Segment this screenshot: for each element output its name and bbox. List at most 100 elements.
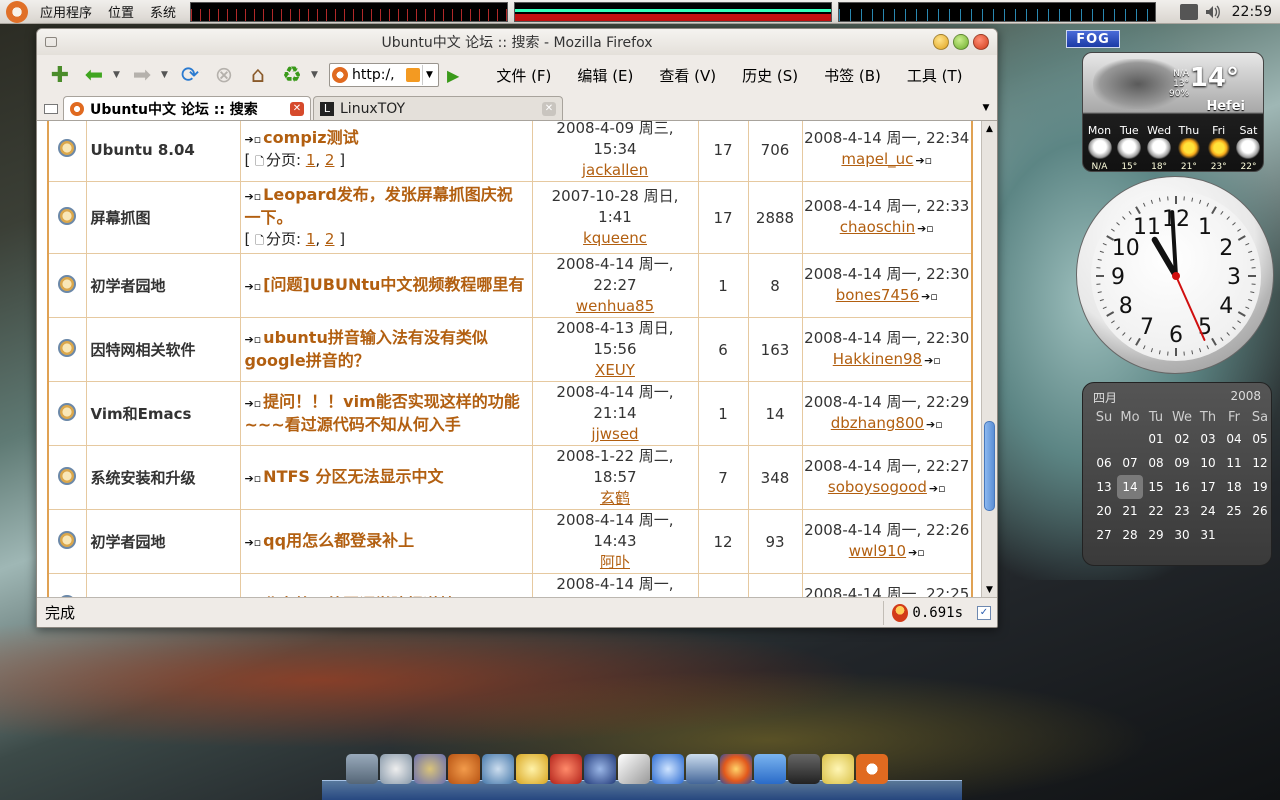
- goto-last-post-icon[interactable]: ➔▫: [921, 290, 938, 303]
- topic-title-link[interactable]: NTFS 分区无法显示中文: [263, 467, 443, 486]
- toolbar-dropdown[interactable]: ▼: [311, 70, 321, 80]
- menu-history[interactable]: 历史 (S): [729, 65, 811, 86]
- maximize-button[interactable]: [953, 34, 969, 50]
- panel-menu-applications[interactable]: 应用程序: [32, 2, 100, 21]
- url-text[interactable]: http:/,: [352, 67, 406, 83]
- panel-menu-places[interactable]: 位置: [100, 2, 142, 21]
- rss-icon[interactable]: [406, 68, 420, 82]
- newest-post-icon[interactable]: ➔▫: [245, 397, 262, 410]
- reload-button[interactable]: ⟳: [175, 60, 205, 90]
- url-dropdown[interactable]: ▼: [422, 65, 436, 85]
- last-poster-link[interactable]: Hakkinen98: [833, 350, 922, 368]
- calendar-day[interactable]: 10: [1195, 451, 1221, 475]
- forum-name-link[interactable]: 初学者园地: [91, 277, 166, 295]
- scroll-thumb[interactable]: [984, 421, 995, 511]
- volume-icon[interactable]: [1204, 4, 1222, 20]
- calendar-day[interactable]: 22: [1143, 499, 1169, 523]
- last-poster-link[interactable]: soboysogood: [828, 478, 927, 496]
- calendar-day[interactable]: 20: [1091, 499, 1117, 523]
- calendar-day[interactable]: 13: [1091, 475, 1117, 499]
- analog-clock-widget[interactable]: 12 1 2 3 4 5 6 7 8 9 10 11: [1076, 176, 1274, 374]
- goto-last-post-icon[interactable]: ➔▫: [908, 546, 925, 559]
- forum-name-link[interactable]: 屏幕抓图: [91, 209, 151, 227]
- forum-name-link[interactable]: 系统安装和升级: [91, 469, 196, 487]
- window-menu-icon[interactable]: [45, 37, 57, 47]
- panel-clock[interactable]: 22:59: [1232, 4, 1272, 20]
- dock-system-monitor-icon[interactable]: [346, 754, 378, 784]
- last-poster-link[interactable]: chaoschin: [840, 218, 915, 236]
- menu-bookmarks[interactable]: 书签 (B): [811, 65, 894, 86]
- forum-name-link[interactable]: Vim和Emacs: [91, 405, 192, 423]
- calendar-day[interactable]: 11: [1221, 451, 1247, 475]
- menu-view[interactable]: 查看 (V): [646, 65, 729, 86]
- dock-eye-icon[interactable]: [414, 754, 446, 784]
- tab-close-icon[interactable]: ✕: [542, 101, 556, 116]
- dock-chat-icon[interactable]: [516, 754, 548, 784]
- scroll-up-icon[interactable]: ▲: [982, 121, 997, 137]
- ubuntu-logo-icon[interactable]: [6, 0, 28, 23]
- minimize-button[interactable]: [933, 34, 949, 50]
- tab-close-icon[interactable]: ✕: [290, 101, 304, 116]
- menu-tools[interactable]: 工具 (T): [894, 65, 976, 86]
- new-tab-icon[interactable]: ✚: [45, 60, 75, 90]
- calendar-day[interactable]: 29: [1143, 523, 1169, 547]
- calendar-day[interactable]: 04: [1221, 427, 1247, 451]
- calendar-day[interactable]: 16: [1169, 475, 1195, 499]
- calendar-day[interactable]: 07: [1117, 451, 1143, 475]
- calendar-day[interactable]: 09: [1169, 451, 1195, 475]
- author-link[interactable]: 玄鹤: [600, 489, 630, 507]
- calendar-day[interactable]: 30: [1169, 523, 1195, 547]
- tab-list-dropdown[interactable]: ▼: [979, 99, 993, 117]
- url-bar[interactable]: http:/, ▼: [329, 63, 439, 87]
- newest-post-icon[interactable]: ➔▫: [245, 133, 262, 146]
- calendar-day[interactable]: 02: [1169, 427, 1195, 451]
- home-button[interactable]: ⌂: [243, 60, 273, 90]
- calendar-day[interactable]: 08: [1143, 451, 1169, 475]
- window-titlebar[interactable]: Ubuntu中文 论坛 :: 搜索 - Mozilla Firefox: [37, 29, 997, 55]
- newest-post-icon[interactable]: ➔▫: [245, 536, 262, 549]
- last-poster-link[interactable]: mapel_uc: [841, 150, 913, 168]
- calendar-day[interactable]: 31: [1195, 523, 1221, 547]
- panel-menu-system[interactable]: 系统: [142, 2, 184, 21]
- calendar-day[interactable]: 18: [1221, 475, 1247, 499]
- back-history-dropdown[interactable]: ▼: [113, 70, 123, 80]
- calendar-day[interactable]: 06: [1091, 451, 1117, 475]
- goto-last-post-icon[interactable]: ➔▫: [926, 418, 943, 431]
- newest-post-icon[interactable]: ➔▫: [245, 280, 262, 293]
- status-checkbox-icon[interactable]: ✓: [977, 605, 991, 620]
- network-monitor[interactable]: [838, 1, 1157, 22]
- calendar-day[interactable]: 24: [1195, 499, 1221, 523]
- dock-globe-icon[interactable]: [584, 754, 616, 784]
- dock-messenger-icon[interactable]: [482, 754, 514, 784]
- author-link[interactable]: XEUY: [595, 361, 635, 379]
- newest-post-icon[interactable]: ➔▫: [245, 472, 262, 485]
- last-poster-link[interactable]: dbzhang800: [831, 414, 924, 432]
- calendar-day[interactable]: 28: [1117, 523, 1143, 547]
- stop-button[interactable]: ⊗: [209, 60, 239, 90]
- calendar-day[interactable]: 12: [1247, 451, 1273, 475]
- topic-title-link[interactable]: qq用怎么都登录补上: [263, 531, 414, 550]
- newest-post-icon[interactable]: ➔▫: [245, 333, 262, 346]
- dock-folder-icon[interactable]: [754, 754, 786, 784]
- page-link[interactable]: 1: [306, 151, 316, 169]
- topic-title-link[interactable]: 提问！！！vim能否实现这样的功能~~~看过源代码不知从何入手: [245, 392, 520, 434]
- dock-monitor-icon[interactable]: [686, 754, 718, 784]
- topic-title-link[interactable]: ubuntu拼音输入法有没有类似google拼音的？: [245, 328, 488, 370]
- calendar-day[interactable]: 23: [1169, 499, 1195, 523]
- cpu-monitor[interactable]: [190, 1, 509, 22]
- author-link[interactable]: 阿卟: [600, 553, 630, 571]
- dock-terminal-icon[interactable]: [788, 754, 820, 784]
- calendar-day[interactable]: 14: [1117, 475, 1143, 499]
- tab-ubuntu-forum[interactable]: Ubuntu中文 论坛 :: 搜索 ✕: [63, 96, 311, 120]
- goto-last-post-icon[interactable]: ➔▫: [929, 482, 946, 495]
- weather-widget[interactable]: N/A 13° 90% 14° Hefei Mon N/A Tue 15° Wed 18° Th…: [1082, 52, 1264, 172]
- page-link[interactable]: 1: [306, 230, 316, 248]
- recycle-icon[interactable]: ♻: [277, 60, 307, 90]
- dock-book-icon[interactable]: [550, 754, 582, 784]
- close-button[interactable]: [973, 34, 989, 50]
- tab-linuxtoy[interactable]: L LinuxTOY ✕: [313, 96, 563, 120]
- menu-file[interactable]: 文件 (F): [483, 65, 564, 86]
- calendar-day[interactable]: 19: [1247, 475, 1273, 499]
- last-poster-link[interactable]: bones7456: [836, 286, 919, 304]
- vertical-scrollbar[interactable]: ▲ ▼: [981, 121, 997, 598]
